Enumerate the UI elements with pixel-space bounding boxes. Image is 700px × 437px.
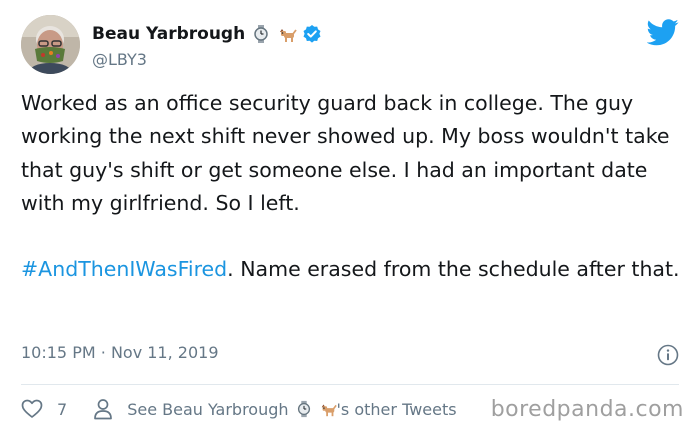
person-icon (93, 398, 113, 420)
tweet-date: Nov 11, 2019 (110, 343, 219, 362)
dog-emoji-icon (319, 400, 337, 418)
info-icon[interactable] (657, 344, 679, 366)
watch-emoji-icon (251, 24, 271, 44)
tweet-card: Beau Yarbrough @LBY3 Worked as an office… (0, 0, 700, 437)
watch-emoji-icon (295, 400, 313, 418)
tweet-time: 10:15 PM (21, 343, 96, 362)
hashtag-link[interactable]: #AndThenIWasFired (21, 257, 227, 281)
divider (21, 384, 679, 385)
twitter-bird-icon[interactable] (646, 19, 679, 46)
author-name-row: Beau Yarbrough (92, 21, 322, 47)
watermark: boredpanda.com (490, 397, 684, 422)
author-name[interactable]: Beau Yarbrough (92, 24, 245, 44)
tweet-text-after: . Name erased from the schedule after th… (227, 257, 680, 282)
tweet-text-main: Worked as an office security guard back … (21, 91, 670, 215)
see-other-tweets-link[interactable]: See Beau Yarbrough 's other Tweets (127, 400, 456, 419)
tweet-actions: 7 See Beau Yarbrough 's other Tweets (21, 396, 457, 422)
like-count: 7 (57, 399, 68, 419)
tweet-text: Worked as an office security guard back … (21, 87, 686, 287)
verified-badge-icon (302, 24, 322, 44)
dog-emoji-icon (277, 24, 297, 44)
avatar[interactable] (21, 15, 80, 74)
avatar-image (21, 15, 80, 74)
timestamp-separator: · (100, 343, 106, 362)
tweet-timestamp[interactable]: 10:15 PM · Nov 11, 2019 (21, 343, 219, 362)
heart-icon[interactable] (21, 399, 43, 419)
see-tweets-suffix: 's other Tweets (336, 399, 457, 419)
author-handle[interactable]: @LBY3 (92, 50, 147, 69)
see-tweets-prefix: See Beau Yarbrough (127, 399, 289, 419)
